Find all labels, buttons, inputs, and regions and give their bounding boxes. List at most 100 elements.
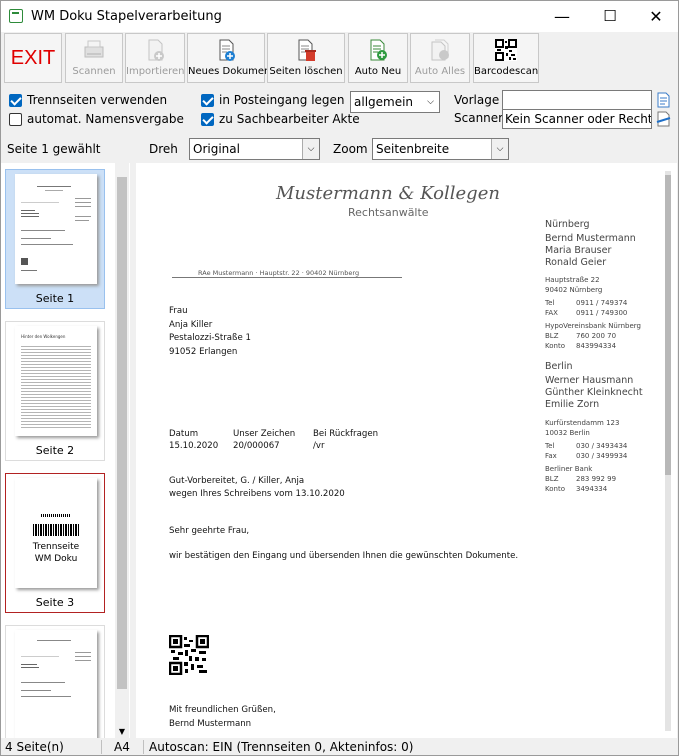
barcode-icon [33, 524, 79, 536]
side-tel-value: 030 / 3493434 [576, 442, 628, 450]
ref-head-our-ref: Unser Zeichen [233, 429, 296, 439]
auto-new-label: Auto Neu [354, 66, 402, 77]
side-blz-label: BLZ [545, 475, 559, 483]
new-document-button[interactable]: Neues Dokument [187, 33, 275, 83]
clerk-file-label: zu Sachbearbeiter Akte [219, 112, 360, 126]
maximize-button[interactable]: ☐ [587, 1, 633, 32]
chevron-down-icon: ⌵ [422, 92, 439, 112]
side-address: 10032 Berlin [545, 429, 590, 437]
subject-line: wegen Ihres Schreibens vom 13.10.2020 [169, 489, 345, 499]
delete-pages-button[interactable]: Seiten löschen [267, 33, 345, 83]
inbox-checkbox[interactable]: in Posteingang legen [201, 93, 345, 107]
zoom-select[interactable]: Seitenbreite ⌵ [372, 138, 509, 160]
exit-button[interactable]: EXIT [4, 33, 62, 83]
auto-all-button[interactable]: Auto Alles [410, 33, 470, 83]
rotate-value: Original [193, 142, 240, 156]
letter-page: Mustermann & Kollegen Rechtsanwälte RAe … [136, 163, 677, 738]
recipient-line: Anja Killer [169, 320, 213, 330]
auto-all-label: Auto Alles [414, 66, 466, 77]
thumbnail-page-3[interactable]: Trennseite WM Doku Seite 3 [5, 473, 105, 613]
scanner-input[interactable]: Kein Scanner oder Recht [502, 109, 652, 129]
import-label: Importieren [126, 66, 185, 77]
auto-naming-checkbox[interactable]: automat. Namensvergabe [9, 112, 184, 126]
scan-button[interactable]: Scannen [65, 33, 123, 83]
thumbnail-page-4[interactable] [5, 625, 105, 738]
chevron-down-icon: ⌵ [302, 139, 319, 159]
chevron-down-icon: ⌵ [491, 139, 508, 159]
barcodescan-button[interactable]: Barcodescan [473, 33, 539, 83]
inbox-label: in Posteingang legen [219, 93, 345, 107]
rotate-select[interactable]: Original ⌵ [189, 138, 320, 160]
side-kto-label: Konto [545, 485, 565, 493]
zoom-value: Seitenbreite [376, 142, 450, 156]
template-input[interactable] [502, 90, 652, 110]
side-kto-value: 3494334 [576, 485, 608, 493]
category-value: allgemein [354, 95, 414, 109]
firm-subtitle: Rechtsanwälte [348, 206, 429, 219]
side-tel-label: Tel [545, 299, 555, 307]
scrollbar-thumb[interactable] [117, 177, 127, 689]
page-preview [15, 174, 97, 284]
closing-line: Mit freundlichen Grüßen, [169, 705, 276, 715]
recipient-line: Frau [169, 306, 188, 316]
side-city: Nürnberg [545, 219, 590, 230]
app-icon [9, 9, 23, 23]
close-button[interactable]: ✕ [633, 1, 679, 32]
main-window: WM Doku Stapelverarbeitung — ☐ ✕ EXIT Sc… [0, 0, 679, 756]
side-tel-value: 0911 / 749374 [576, 299, 628, 307]
category-select[interactable]: allgemein ⌵ [350, 91, 440, 113]
side-blz-value: 283 992 99 [576, 475, 617, 483]
scan-label: Scannen [72, 66, 116, 77]
auto-all-icon [431, 39, 449, 61]
side-fax-value: 030 / 3499934 [576, 452, 628, 460]
page-preview [15, 630, 97, 738]
window-title: WM Doku Stapelverarbeitung [31, 9, 222, 24]
side-kto-value: 843994334 [576, 342, 617, 350]
delete-pages-label: Seiten löschen [269, 66, 343, 77]
options-panel: Trennseiten verwenden automat. Namensver… [1, 86, 678, 136]
sender-line: RAe Mustermann · Hauptstr. 22 · 90402 Nü… [172, 269, 402, 278]
subject-line: Gut-Vorbereitet, G. / Killer, Anja [169, 476, 305, 486]
thumbnail-label: Seite 2 [35, 444, 75, 457]
side-name: Maria Brauser [545, 245, 612, 256]
thumbnail-scrollbar[interactable]: ▼ [115, 163, 129, 738]
side-name: Emilie Zorn [545, 399, 600, 410]
ref-head-queries: Bei Rückfragen [313, 429, 379, 439]
toolbar: EXIT Scannen Importieren Neues Dokument … [1, 32, 678, 86]
scanner-settings-icon[interactable] [656, 111, 671, 127]
status-bar: 4 Seite(n) A4 Autoscan: EIN (Trennseiten… [1, 738, 678, 756]
side-name: Ronald Geier [545, 257, 607, 268]
status-autoscan: Autoscan: EIN (Trennseiten 0, Akteninfos… [149, 740, 414, 754]
import-button[interactable]: Importieren [125, 33, 185, 83]
thumbnail-list: Seite 1 Hinter den Wolkengen Seite 2 Tre… [1, 163, 130, 738]
separator-pages-checkbox[interactable]: Trennseiten verwenden [9, 93, 167, 107]
scrollbar-thumb[interactable] [665, 175, 671, 475]
firm-name: Mustermann & Kollegen [276, 183, 500, 204]
new-document-icon [219, 39, 235, 61]
page-selected-label: Seite 1 gewählt [7, 142, 101, 156]
import-icon [148, 39, 164, 61]
delete-pages-icon [298, 39, 316, 61]
side-bank: Berliner Bank [545, 465, 593, 473]
side-kto-label: Konto [545, 342, 565, 350]
clerk-file-checkbox[interactable]: zu Sachbearbeiter Akte [201, 112, 360, 126]
minimize-button[interactable]: — [539, 1, 585, 32]
separator-text-2: WM Doku [34, 554, 78, 564]
side-name: Bernd Mustermann [545, 233, 636, 244]
recipient-line: Pestalozzi-Straße 1 [169, 333, 251, 343]
scroll-down-icon[interactable]: ▼ [115, 726, 129, 738]
auto-new-button[interactable]: Auto Neu [348, 33, 408, 83]
viewer-scrollbar[interactable] [665, 171, 671, 731]
side-tel-label: Tel [545, 442, 555, 450]
ref-our-ref: 20/000067 [233, 441, 280, 451]
side-fax-value: 0911 / 749300 [576, 309, 628, 317]
new-document-label: Neues Dokument [188, 66, 275, 77]
thumbnail-label: Seite 1 [35, 292, 75, 305]
thumbnail-page-1[interactable]: Seite 1 [5, 169, 105, 309]
thumbnail-page-2[interactable]: Hinter den Wolkengen Seite 2 [5, 321, 105, 461]
status-page-count: 4 Seite(n) [5, 740, 64, 754]
document-icon[interactable] [656, 92, 671, 108]
auto-new-icon [370, 39, 387, 61]
side-name: Werner Hausmann [545, 375, 634, 386]
status-format: A4 [114, 740, 130, 754]
